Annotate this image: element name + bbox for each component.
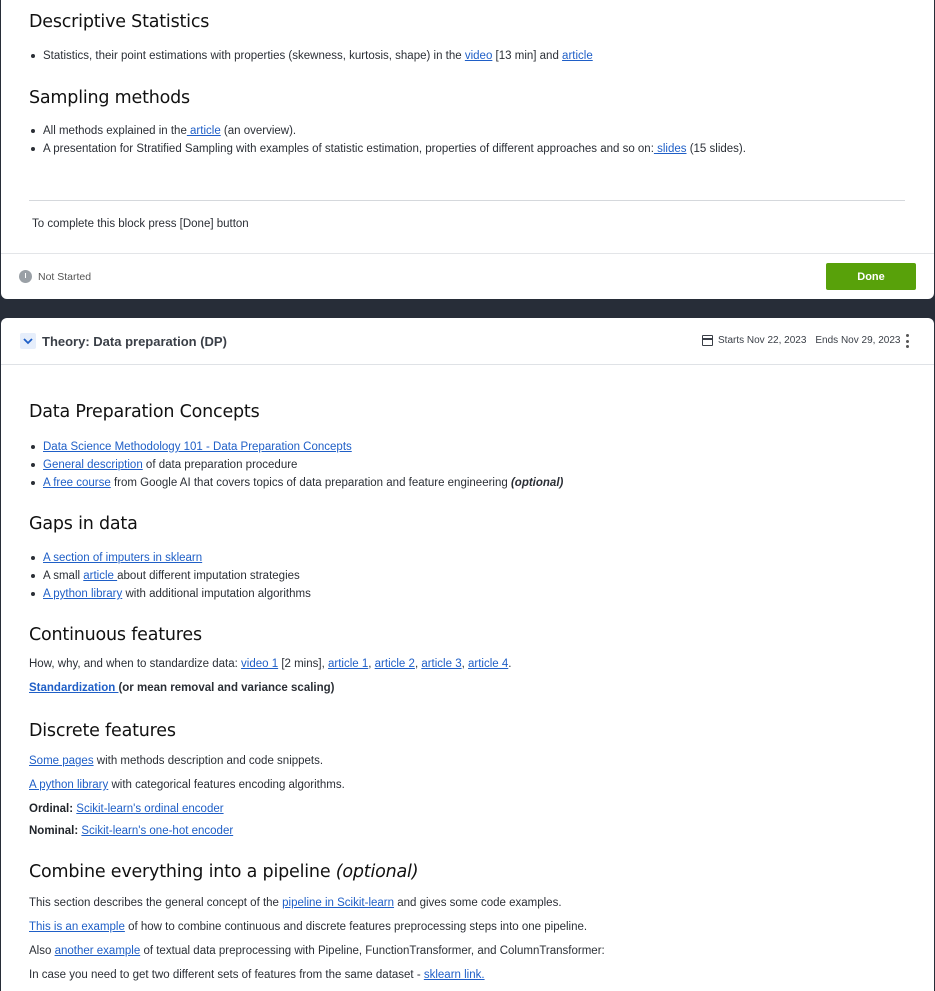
calendar-icon [702,335,713,346]
list-item: A small article about different imputati… [31,567,311,585]
section-heading-discrete-features: Discrete features [29,721,176,741]
standardize-line: How, why, and when to standardize data: … [29,658,512,670]
footer-divider [1,253,934,254]
more-options-icon[interactable] [904,334,910,348]
list-item: Statistics, their point estimations with… [31,47,593,65]
imputation-article-link[interactable]: article [83,570,117,582]
imputers-link[interactable]: A section of imputers in sklearn [43,552,202,564]
section-heading-continuous-features: Continuous features [29,625,202,645]
python-library-encoding-link[interactable]: A python library [29,779,108,791]
pipeline-line-4: In case you need to get two different se… [29,969,485,981]
general-description-link[interactable]: General description [43,459,143,471]
theory-block-card: Theory: Data preparation (DP) Starts Nov… [1,318,934,991]
overview-article-link[interactable]: article [187,125,221,137]
video-link[interactable]: video [465,50,493,62]
descriptive-statistics-list: Statistics, their point estimations with… [29,47,593,65]
article-link[interactable]: article [562,50,593,62]
end-date: Ends Nov 29, 2023 [815,335,901,346]
clock-icon [19,270,32,283]
pipeline-link[interactable]: pipeline in Scikit-learn [282,897,394,909]
block-title: Theory: Data preparation (DP) [42,334,227,349]
sampling-methods-list: All methods explained in the article (an… [29,122,746,158]
methodology-link[interactable]: Data Science Methodology 101 - Data Prep… [43,441,352,453]
standardization-link[interactable]: Standardization [29,682,118,694]
block-header: Theory: Data preparation (DP) Starts Nov… [1,318,934,365]
standardization-line: Standardization (or mean removal and var… [29,682,335,694]
example-link[interactable]: This is an example [29,921,125,933]
pipeline-line-3: Also another example of textual data pre… [29,945,605,957]
chevron-down-icon [23,337,33,344]
list-item: A free course from Google AI that covers… [30,474,563,492]
list-item: Data Science Methodology 101 - Data Prep… [30,438,563,456]
article-2-link[interactable]: article 2 [375,658,415,670]
discrete-line-ordinal: Ordinal: Scikit-learn's ordinal encoder [29,803,224,815]
video-1-link[interactable]: video 1 [241,658,278,670]
section-heading-gaps-in-data: Gaps in data [29,514,138,534]
some-pages-link[interactable]: Some pages [29,755,94,767]
another-example-link[interactable]: another example [55,945,141,957]
article-1-link[interactable]: article 1 [328,658,368,670]
status-indicator: Not Started [19,270,91,283]
discrete-line-1: Some pages with methods description and … [29,755,324,767]
date-range: Starts Nov 22, 2023 Ends Nov 29, 2023 [702,335,900,346]
done-button[interactable]: Done [826,263,916,290]
divider [29,200,905,201]
section-heading-descriptive-statistics: Descriptive Statistics [29,12,210,32]
section-heading-data-preparation-concepts: Data Preparation Concepts [29,402,260,422]
slides-link[interactable]: slides [654,143,686,155]
concepts-list: Data Science Methodology 101 - Data Prep… [29,438,563,492]
completed-block-card: Descriptive Statistics Statistics, their… [1,0,934,299]
list-item: All methods explained in the article (an… [31,122,746,140]
list-item: A presentation for Stratified Sampling w… [31,140,746,158]
start-date: Starts Nov 22, 2023 [718,335,807,346]
section-heading-pipeline: Combine everything into a pipeline (opti… [29,862,419,882]
ordinal-encoder-link[interactable]: Scikit-learn's ordinal encoder [76,803,223,815]
section-heading-sampling-methods: Sampling methods [29,88,190,108]
pipeline-line-2: This is an example of how to combine con… [29,921,588,933]
free-course-link[interactable]: A free course [43,477,111,489]
pipeline-line-1: This section describes the general conce… [29,897,562,909]
gaps-list: A section of imputers in sklearn A small… [29,549,311,603]
status-text: Not Started [38,270,92,283]
discrete-line-2: A python library with categorical featur… [29,779,345,791]
one-hot-encoder-link[interactable]: Scikit-learn's one-hot encoder [81,825,233,837]
article-4-link[interactable]: article 4 [468,658,508,670]
discrete-line-nominal: Nominal: Scikit-learn's one-hot encoder [29,825,234,837]
list-item: General description of data preparation … [30,456,563,474]
list-item: A section of imputers in sklearn [31,549,311,567]
collapse-toggle[interactable] [20,333,36,349]
sklearn-link[interactable]: sklearn link. [424,969,485,981]
complete-instruction: To complete this block press [Done] butt… [32,218,249,230]
article-3-link[interactable]: article 3 [421,658,461,670]
list-item: A python library with additional imputat… [31,585,311,603]
python-library-imputation-link[interactable]: A python library [43,588,122,600]
